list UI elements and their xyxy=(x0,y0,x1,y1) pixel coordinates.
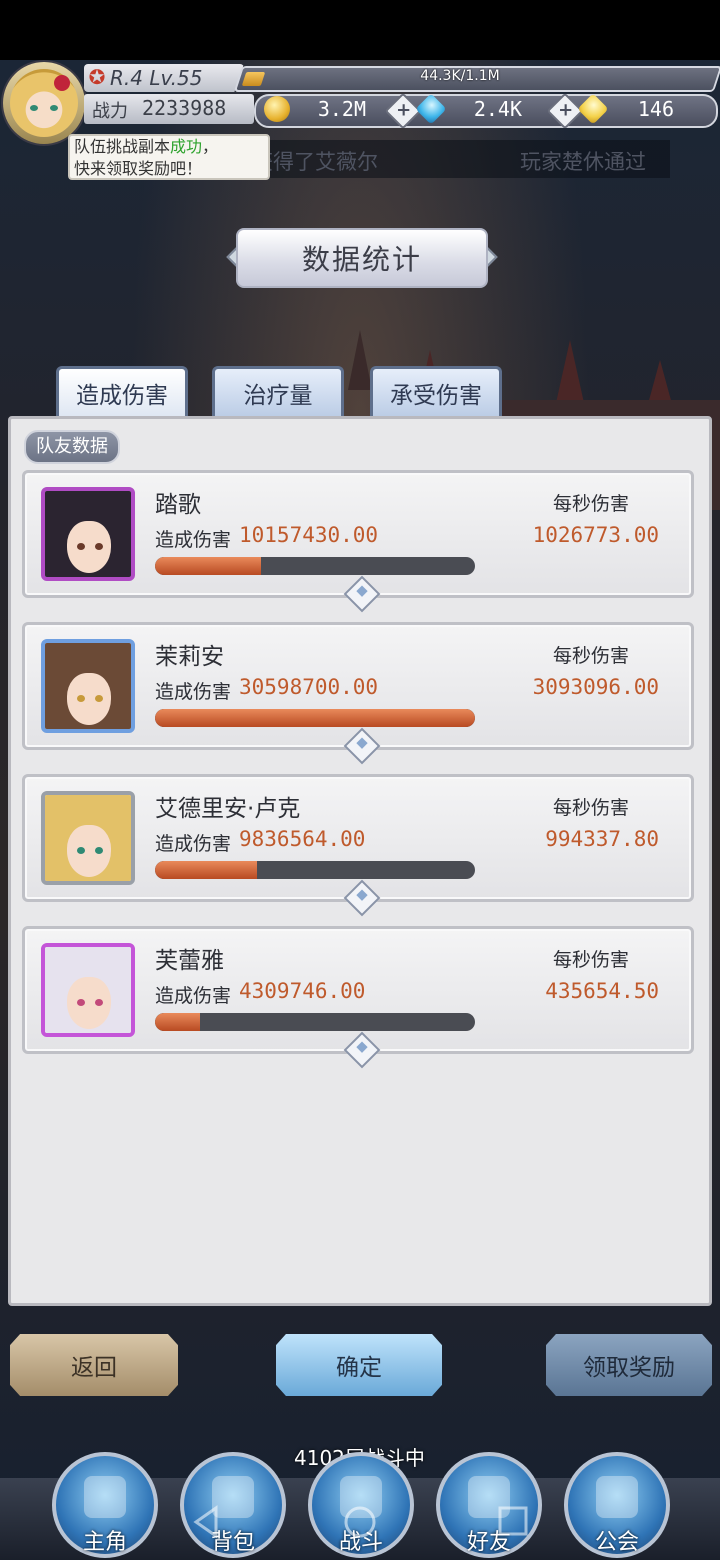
dps-value: 1026773.00 xyxy=(532,523,659,547)
teammate-portrait xyxy=(41,943,135,1037)
portrait-eye xyxy=(77,999,85,1006)
confirm-button[interactable]: 确定 xyxy=(276,1334,442,1396)
level-text: R.4 Lv.55 xyxy=(110,66,203,90)
teammate-card: 艾德里安·卢克 造成伤害 9836564.00 每秒伤害 994337.80 xyxy=(22,774,694,917)
notification-text: 快来领取奖励吧！ xyxy=(74,159,203,178)
damage-value: 10157430.00 xyxy=(239,523,379,547)
ticker-message: 获得了艾薇尔 xyxy=(252,150,378,174)
avatar-portrait xyxy=(10,69,78,137)
teammate-card: 芙蕾雅 造成伤害 4309746.00 每秒伤害 435654.50 xyxy=(22,926,694,1069)
rank-star-icon: ✪ xyxy=(88,65,106,89)
gold-coin-icon xyxy=(264,96,290,122)
home-nav-icon xyxy=(344,1506,376,1538)
damage-value: 4309746.00 xyxy=(239,979,366,1003)
damage-value: 9836564.00 xyxy=(239,827,366,851)
damage-bar xyxy=(155,1013,475,1031)
portrait-face xyxy=(67,977,111,1029)
damage-bar-fill xyxy=(155,861,258,879)
back-button[interactable]: 返回 xyxy=(10,1334,178,1396)
crystal-value: 146 xyxy=(637,97,674,121)
dps-value: 994337.80 xyxy=(545,827,659,851)
power-value: 2233988 xyxy=(142,96,227,120)
tab-healing[interactable]: 治疗量 xyxy=(212,366,344,416)
section-label: 队友数据 xyxy=(24,430,120,464)
player-avatar[interactable] xyxy=(3,62,85,144)
portrait-eye xyxy=(95,999,103,1006)
portrait-face xyxy=(67,673,111,725)
teammate-name: 艾德里安·卢克 xyxy=(155,796,301,822)
teammate-card: 茉莉安 造成伤害 30598700.00 每秒伤害 3093096.00 xyxy=(22,622,694,765)
page-title: 数据统计 xyxy=(236,228,488,288)
notification-text: 队伍挑战副本 xyxy=(74,137,171,156)
damage-bar xyxy=(155,861,475,879)
tab-damage-dealt[interactable]: 造成伤害 xyxy=(56,366,188,416)
gold-value: 3.2M xyxy=(317,97,366,121)
dps-value: 435654.50 xyxy=(545,979,659,1003)
dps-label: 每秒伤害 xyxy=(553,797,630,819)
portrait-face xyxy=(67,521,111,573)
portrait-face xyxy=(67,825,111,877)
portrait-eye xyxy=(95,543,103,550)
teammate-name: 踏歌 xyxy=(155,492,201,518)
teammate-portrait xyxy=(41,639,135,733)
gem-value: 2.4K xyxy=(473,97,522,121)
portrait-eye xyxy=(77,543,85,550)
dps-label: 每秒伤害 xyxy=(553,949,630,971)
notification-text: ， xyxy=(202,137,219,156)
damage-bar xyxy=(155,709,475,727)
damage-label: 造成伤害 xyxy=(155,529,232,551)
tab-damage-taken[interactable]: 承受伤害 xyxy=(370,366,502,416)
damage-label: 造成伤害 xyxy=(155,833,232,855)
dps-label: 每秒伤害 xyxy=(553,645,630,667)
claim-reward-button[interactable]: 领取奖励 xyxy=(546,1334,712,1396)
damage-label: 造成伤害 xyxy=(155,681,232,703)
recents-nav-icon xyxy=(498,1506,528,1536)
teammate-portrait xyxy=(41,791,135,885)
teammate-name: 茉莉安 xyxy=(155,644,224,670)
teammate-name: 芙蕾雅 xyxy=(155,948,224,974)
back-nav-icon xyxy=(193,1505,218,1539)
teammate-portrait xyxy=(41,487,135,581)
teammate-card: 踏歌 造成伤害 10157430.00 每秒伤害 1026773.00 xyxy=(22,470,694,613)
notification-bubble[interactable]: 队伍挑战副本成功， 快来领取奖励吧！ xyxy=(68,134,270,180)
dps-label: 每秒伤害 xyxy=(553,493,630,515)
dps-value: 3093096.00 xyxy=(532,675,659,699)
status-bar xyxy=(0,0,720,60)
damage-bar xyxy=(155,557,475,575)
damage-bar-fill xyxy=(155,709,475,727)
power-label: 战力 xyxy=(92,101,128,122)
notification-highlight: 成功 xyxy=(170,137,203,156)
exp-text: 44.3K/1.1M xyxy=(420,68,500,84)
portrait-eye xyxy=(95,695,103,702)
damage-label: 造成伤害 xyxy=(155,985,232,1007)
damage-bar-fill xyxy=(155,1013,200,1031)
damage-value: 30598700.00 xyxy=(239,675,379,699)
damage-bar-fill xyxy=(155,557,261,575)
system-nav-overlay xyxy=(193,1505,528,1539)
portrait-eye xyxy=(95,847,103,854)
portrait-eye xyxy=(77,695,85,702)
ticker-message: 玩家楚休通过 xyxy=(520,150,646,174)
portrait-eye xyxy=(77,847,85,854)
broadcast-ticker: 获得了艾薇尔 玩家楚休通过 xyxy=(250,140,670,178)
